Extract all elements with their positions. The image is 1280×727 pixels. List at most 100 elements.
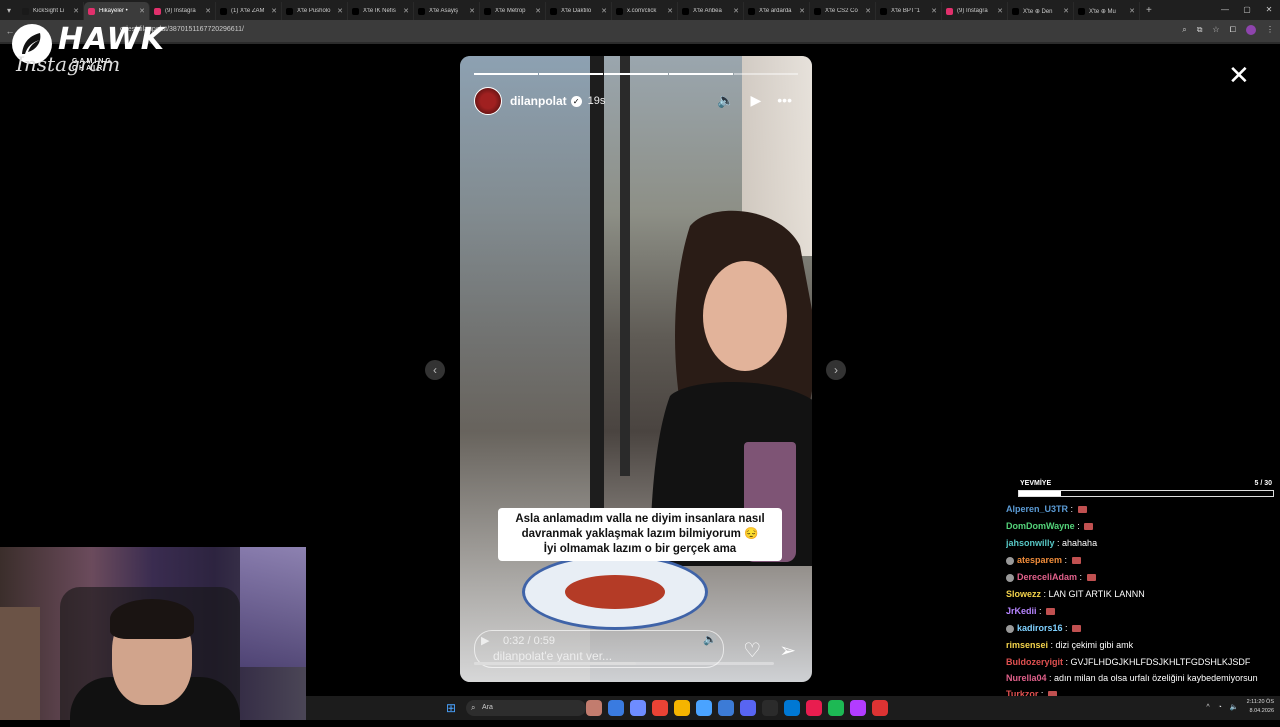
video-play-icon[interactable]: ▶ xyxy=(481,634,489,647)
tab-close-icon[interactable]: ✕ xyxy=(931,7,937,15)
minimize-icon[interactable]: — xyxy=(1214,0,1236,20)
story-username[interactable]: dilanpolat xyxy=(510,94,567,108)
taskbar-app-icon[interactable] xyxy=(762,700,778,716)
chat-username[interactable]: kadirors16 xyxy=(1017,623,1063,633)
new-tab-button[interactable]: + xyxy=(1146,5,1152,16)
tab-list-icon[interactable]: ▾ xyxy=(0,0,18,20)
next-story-button[interactable]: › xyxy=(826,360,846,380)
zoom-icon[interactable]: ⌕ xyxy=(1182,25,1186,35)
bookmark-star-icon[interactable]: ☆ xyxy=(1212,25,1219,35)
taskbar-app-icon[interactable] xyxy=(630,700,646,716)
browser-tab[interactable]: X'te Anbea ✕ xyxy=(678,2,744,20)
video-volume-icon[interactable]: 🔊 xyxy=(703,633,717,646)
browser-tab[interactable]: (9) Instagra ✕ xyxy=(150,2,216,20)
tab-close-icon[interactable]: ✕ xyxy=(271,7,277,15)
browser-menu-icon[interactable]: ⋮ xyxy=(1266,25,1274,35)
browser-tab[interactable]: X'te ardarda ✕ xyxy=(744,2,810,20)
chat-emote-icon xyxy=(1072,625,1082,633)
close-window-icon[interactable]: ✕ xyxy=(1258,0,1280,20)
taskbar-app-icon[interactable] xyxy=(608,700,624,716)
taskbar-app-icon[interactable] xyxy=(674,700,690,716)
browser-tab[interactable]: X'te BPT"1 ✕ xyxy=(876,2,942,20)
browser-tab[interactable]: X'te ⊕ Den ✕ xyxy=(1008,2,1074,20)
tab-title: KickSight Li xyxy=(33,8,65,14)
chat-emote-icon xyxy=(1071,557,1081,565)
mute-icon[interactable]: 🔈 xyxy=(717,92,734,109)
chat-username[interactable]: jahsonwilly xyxy=(1006,538,1055,548)
tray-chevron-icon[interactable]: ^ xyxy=(1206,704,1209,711)
tab-close-icon[interactable]: ✕ xyxy=(733,7,739,15)
browser-tab[interactable]: X'te CS2 Co ✕ xyxy=(810,2,876,20)
browser-tab[interactable]: X'te Daktilo ✕ xyxy=(546,2,612,20)
browser-tab[interactable]: X'te ⊕ Mu ✕ xyxy=(1074,2,1140,20)
browser-tab[interactable]: (1) X'te ZAM ✕ xyxy=(216,2,282,20)
taskbar-app-icon[interactable] xyxy=(828,700,844,716)
more-options-icon[interactable]: ••• xyxy=(777,92,792,109)
taskbar: ⊞ ⌕ Ara ^ ◔ 🔈 2:11:20 ÖS 8.04.2026 xyxy=(306,696,1280,720)
tab-close-icon[interactable]: ✕ xyxy=(403,7,409,15)
stream-chat: YEVMİYE 5 / 30 Alperen_U3TR : DomDomWayn… xyxy=(1006,480,1276,720)
story-avatar[interactable] xyxy=(474,87,502,115)
taskbar-app-icon[interactable] xyxy=(784,700,800,716)
windows-start-icon[interactable]: ⊞ xyxy=(446,701,456,715)
like-heart-icon[interactable]: ♡ xyxy=(743,638,761,663)
tab-close-icon[interactable]: ✕ xyxy=(205,7,211,15)
tab-close-icon[interactable]: ✕ xyxy=(139,7,145,15)
profile-avatar[interactable] xyxy=(1246,25,1256,35)
browser-tab[interactable]: x.com/click ✕ xyxy=(612,2,678,20)
volume-icon[interactable]: 🔈 xyxy=(1230,703,1239,711)
tab-close-icon[interactable]: ✕ xyxy=(601,7,607,15)
maximize-icon[interactable]: ▢ xyxy=(1236,0,1258,20)
extensions-icon[interactable]: ⧠ xyxy=(1230,25,1236,35)
tab-close-icon[interactable]: ✕ xyxy=(799,7,805,15)
chat-username[interactable]: Alperen_U3TR xyxy=(1006,504,1068,514)
tab-close-icon[interactable]: ✕ xyxy=(1063,7,1069,15)
taskbar-app-icon[interactable] xyxy=(586,700,602,716)
instagram-wordmark: Instagram xyxy=(16,52,121,76)
chat-message: kadirors16 : xyxy=(1006,620,1276,637)
chat-username[interactable]: Slowezz xyxy=(1006,589,1041,599)
play-icon[interactable]: ▶ xyxy=(751,92,762,109)
chat-username[interactable]: Nurella04 xyxy=(1006,673,1047,683)
browser-tab[interactable]: X'te Pusholo ✕ xyxy=(282,2,348,20)
tab-close-icon[interactable]: ✕ xyxy=(535,7,541,15)
taskbar-app-icon[interactable] xyxy=(850,700,866,716)
tab-favicon xyxy=(814,7,821,15)
tab-close-icon[interactable]: ✕ xyxy=(469,7,475,15)
tab-close-icon[interactable]: ✕ xyxy=(337,7,343,15)
browser-tab[interactable]: X'te Asayiş ✕ xyxy=(414,2,480,20)
browser-tab[interactable]: X'te Metrop ✕ xyxy=(480,2,546,20)
browser-tab[interactable]: Hikayeler • ✕ xyxy=(84,2,150,20)
chat-username[interactable]: DomDomWayne xyxy=(1006,521,1075,531)
chat-username[interactable]: rimsensei xyxy=(1006,640,1048,650)
chat-username[interactable]: DereceliAdam xyxy=(1017,572,1077,582)
taskbar-app-icon[interactable] xyxy=(740,700,756,716)
browser-tab[interactable]: (9) Instagra ✕ xyxy=(942,2,1008,20)
video-progress-bar[interactable] xyxy=(474,662,774,665)
tab-close-icon[interactable]: ✕ xyxy=(997,7,1003,15)
taskbar-app-icon[interactable] xyxy=(806,700,822,716)
chat-text: ahahaha xyxy=(1062,538,1098,548)
story-viewer[interactable]: dilanpolat ✓ 19s 🔈 ▶ ••• Asla anlamadım … xyxy=(460,56,812,682)
network-icon[interactable]: ◔ xyxy=(1218,704,1222,711)
taskbar-app-icon[interactable] xyxy=(872,700,888,716)
chat-username[interactable]: atesparem xyxy=(1017,555,1062,565)
poll-progress-fill xyxy=(1019,491,1062,496)
tab-close-icon[interactable]: ✕ xyxy=(1129,7,1135,15)
taskbar-app-icon[interactable] xyxy=(718,700,734,716)
prev-story-button[interactable]: ‹ xyxy=(425,360,445,380)
chat-username[interactable]: Buldozeryigit xyxy=(1006,657,1063,667)
close-story-icon[interactable]: ✕ xyxy=(1228,62,1250,88)
browser-tab[interactable]: KickSight Li ✕ xyxy=(18,2,84,20)
taskbar-search[interactable]: ⌕ Ara xyxy=(466,700,586,716)
browser-tab[interactable]: X'te İK Nefis ✕ xyxy=(348,2,414,20)
taskbar-clock[interactable]: 2:11:20 ÖS 8.04.2026 xyxy=(1247,698,1274,716)
tab-close-icon[interactable]: ✕ xyxy=(667,7,673,15)
chat-username[interactable]: JrKedii xyxy=(1006,606,1037,616)
tab-close-icon[interactable]: ✕ xyxy=(73,7,79,15)
taskbar-app-icon[interactable] xyxy=(696,700,712,716)
taskbar-app-icon[interactable] xyxy=(652,700,668,716)
tab-close-icon[interactable]: ✕ xyxy=(865,7,871,15)
send-icon[interactable]: ➢ xyxy=(779,638,796,663)
cast-icon[interactable]: ⧉ xyxy=(1197,25,1203,35)
